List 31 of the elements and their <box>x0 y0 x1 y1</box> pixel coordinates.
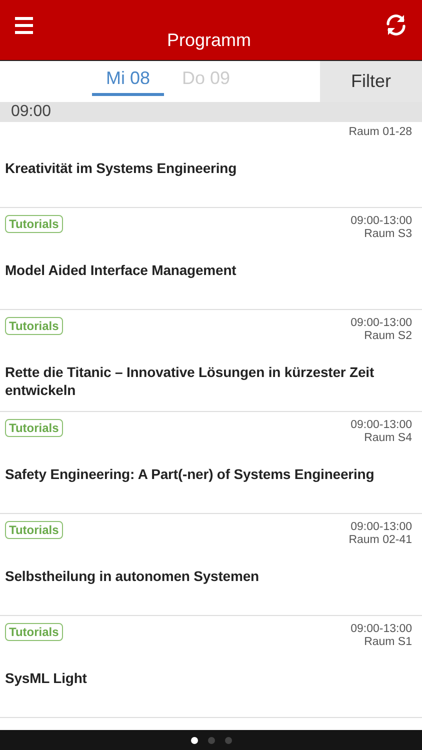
category-tag: Tutorials <box>5 623 63 641</box>
session-room: Raum 01-28 <box>348 126 412 139</box>
session-time: 09:00-13:00 <box>350 317 412 330</box>
session-title: Selbstheilung in autonomen Systemen <box>5 567 260 585</box>
session-room: Raum 02-41 <box>348 534 412 547</box>
category-tag: Tutorials <box>5 215 63 233</box>
session-room: Raum S3 <box>363 228 412 241</box>
day-tab[interactable]: Mi 08 <box>92 62 164 96</box>
filter-button[interactable]: Filter <box>320 61 422 102</box>
category-tag: Tutorials <box>5 521 63 539</box>
session-time: 09:00-13:00 <box>350 521 412 534</box>
category-tag: Tutorials <box>5 419 63 437</box>
page-dot[interactable] <box>190 736 198 744</box>
session-time: 09:00-13:00 <box>350 419 412 432</box>
category-tag: Tutorials <box>5 317 63 335</box>
screen-title: Programm <box>166 30 251 51</box>
session-room: Raum S2 <box>363 330 412 343</box>
refresh-icon[interactable] <box>384 13 408 37</box>
session-title: Kreativität im Systems Engineering <box>5 159 238 177</box>
page-dot[interactable] <box>208 736 214 744</box>
session-room: Raum S4 <box>363 432 412 445</box>
session-time: 09:00-13:00 <box>350 623 412 636</box>
menu-icon[interactable] <box>14 15 34 35</box>
session-room: Raum S1 <box>363 636 412 649</box>
time-header: 09:00 <box>0 102 422 122</box>
session-title: Model Aided Interface Management <box>5 261 238 279</box>
page-dot[interactable] <box>224 736 232 744</box>
session-title: SysML Light <box>5 669 88 687</box>
session-title: Rette die Titanic – Innovative Lösungen in kürzester Zeit entwickeln <box>5 363 376 399</box>
session-title: Safety Engineering: A Part(-ner) of Systems Engineering <box>5 465 376 483</box>
session-time: 09:00-13:00 <box>350 215 412 228</box>
